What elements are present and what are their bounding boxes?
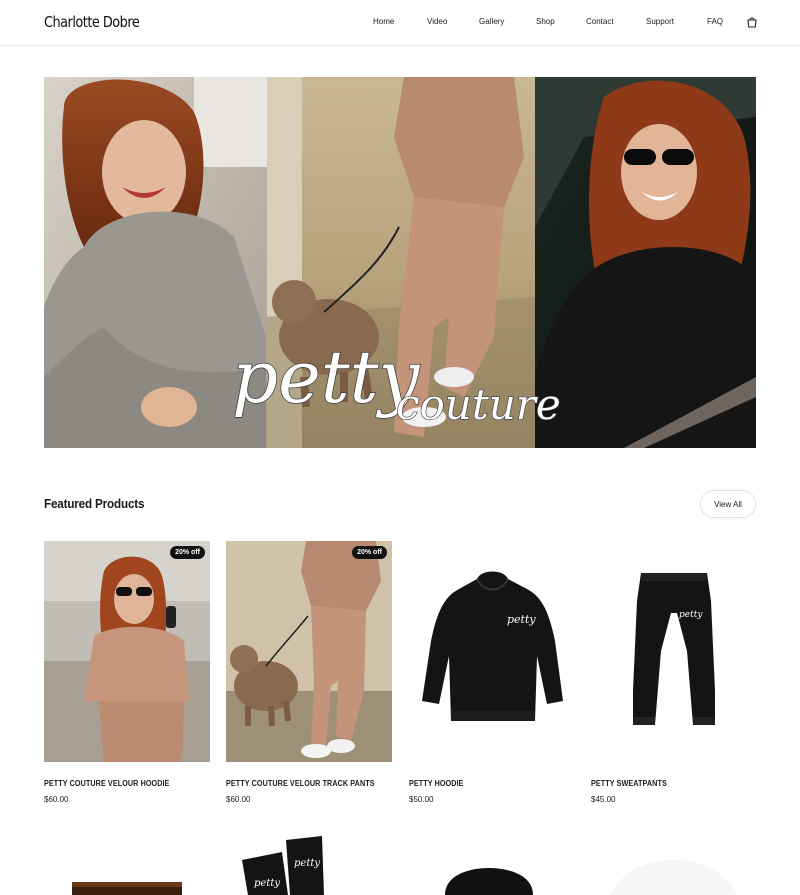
product-image[interactable]: petty	[591, 541, 757, 762]
nav-gallery[interactable]: Gallery	[479, 17, 504, 26]
product-name[interactable]: PETTY COUTURE VELOUR TRACK PANTS	[226, 779, 375, 788]
product-card-petty-hoodie[interactable]: petty PETTY HOODIE $50.00	[409, 541, 575, 804]
svg-text:petty: petty	[232, 335, 421, 419]
product-price: $45.00	[591, 795, 616, 804]
product-price: $60.00	[44, 795, 69, 804]
product-card-white-item[interactable]	[591, 830, 757, 895]
product-card-beanie[interactable]	[409, 830, 575, 895]
svg-text:petty: petty	[507, 613, 536, 626]
featured-products-title: Featured Products	[44, 496, 145, 511]
product-card-socks[interactable]: petty petty	[226, 830, 392, 895]
svg-text:petty: petty	[254, 878, 280, 889]
product-name[interactable]: PETTY HOODIE	[409, 779, 464, 788]
product-card-velour-track-pants[interactable]: 20% off PETTY COUTURE VELOUR TRACK PANTS…	[226, 541, 392, 804]
svg-text:petty: petty	[294, 858, 320, 869]
nav-shop[interactable]: Shop	[536, 17, 555, 26]
nav-support[interactable]: Support	[646, 17, 674, 26]
hero-banner[interactable]: petty couture	[44, 77, 756, 448]
product-price: $50.00	[409, 795, 434, 804]
view-all-button[interactable]: View All	[700, 490, 756, 518]
hero-photo-car	[535, 77, 756, 448]
product-card-petty-sweatpants[interactable]: petty PETTY SWEATPANTS $45.00	[591, 541, 757, 804]
product-name[interactable]: PETTY SWEATPANTS	[591, 779, 667, 788]
site-header: Charlotte Dobre Home Video Gallery Shop …	[0, 0, 800, 46]
discount-badge: 20% off	[352, 546, 387, 559]
svg-text:couture: couture	[396, 380, 561, 429]
shopping-bag-icon[interactable]	[745, 15, 759, 29]
product-image[interactable]: petty	[409, 541, 575, 762]
product-card-candle[interactable]	[44, 830, 210, 895]
discount-badge: 20% off	[170, 546, 205, 559]
nav-video[interactable]: Video	[427, 17, 447, 26]
product-name[interactable]: PETTY COUTURE VELOUR HOODIE	[44, 779, 170, 788]
brand-logo[interactable]: Charlotte Dobre	[44, 13, 140, 31]
product-price: $60.00	[226, 795, 251, 804]
nav-home[interactable]: Home	[373, 17, 394, 26]
nav-faq[interactable]: FAQ	[707, 17, 723, 26]
product-image[interactable]: 20% off	[226, 541, 392, 762]
product-card-velour-hoodie[interactable]: 20% off PETTY COUTURE VELOUR HOODIE $60.…	[44, 541, 210, 804]
product-image[interactable]: 20% off	[44, 541, 210, 762]
svg-text:petty: petty	[679, 610, 703, 620]
nav-contact[interactable]: Contact	[586, 17, 614, 26]
